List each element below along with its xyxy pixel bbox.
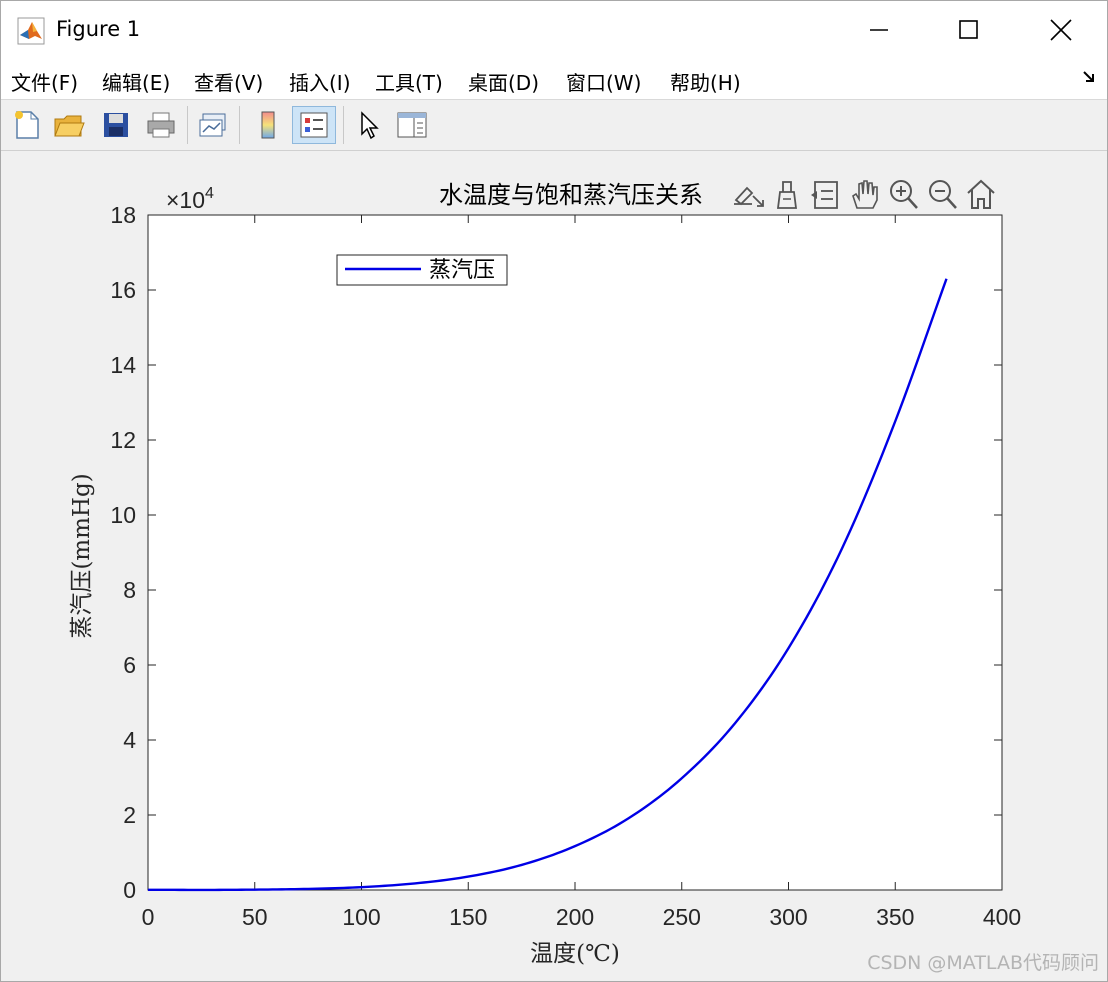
legend-button[interactable] bbox=[292, 106, 336, 144]
menu-insert[interactable]: 插入(I) bbox=[289, 67, 351, 96]
edit-plot-button[interactable] bbox=[351, 106, 387, 144]
x-tick-label: 150 bbox=[449, 904, 487, 930]
menu-help[interactable]: 帮助(H) bbox=[670, 67, 741, 96]
legend-icon bbox=[300, 112, 328, 138]
svg-text:×104: ×104 bbox=[166, 185, 214, 213]
property-inspector-button[interactable] bbox=[394, 106, 430, 144]
close-icon bbox=[1050, 19, 1072, 41]
legend[interactable]: 蒸汽压 bbox=[336, 254, 508, 286]
x-axis-label: 温度(℃) bbox=[530, 941, 620, 967]
x-tick-label: 250 bbox=[663, 904, 701, 930]
home-icon[interactable] bbox=[967, 179, 995, 209]
y-tick-label: 6 bbox=[123, 652, 136, 678]
x-tick-label: 0 bbox=[142, 904, 155, 930]
menu-file[interactable]: 文件(F) bbox=[11, 67, 78, 96]
y-tick-label: 18 bbox=[110, 202, 136, 228]
print-button[interactable] bbox=[143, 106, 179, 144]
x-tick-label: 400 bbox=[983, 904, 1021, 930]
colorbar-button[interactable] bbox=[250, 106, 286, 144]
minimize-button[interactable] bbox=[833, 1, 925, 59]
open-folder-icon bbox=[54, 115, 85, 137]
open-file-button[interactable] bbox=[51, 106, 87, 144]
zoom-in-icon[interactable] bbox=[890, 180, 918, 209]
pan-icon[interactable] bbox=[852, 180, 878, 209]
zoom-out-icon[interactable] bbox=[929, 180, 957, 209]
x-tick-label: 300 bbox=[769, 904, 807, 930]
toolbar-separator bbox=[343, 106, 344, 144]
minimize-icon bbox=[870, 29, 888, 31]
link-plot-button[interactable] bbox=[195, 106, 231, 144]
property-inspector-icon bbox=[397, 112, 427, 138]
y-tick-label: 8 bbox=[123, 577, 136, 603]
maximize-icon bbox=[959, 20, 978, 39]
dock-arrow-icon[interactable] bbox=[1081, 69, 1097, 85]
figure-window: Figure 1 文件(F) 编辑(E) 查看(V) 插入(I) 工具(T) 桌… bbox=[0, 0, 1108, 982]
save-icon bbox=[104, 113, 128, 137]
axes-background bbox=[148, 215, 1002, 890]
legend-entry-label: 蒸汽压 bbox=[429, 258, 495, 283]
y-axis-label: 蒸汽压(mmHg) bbox=[69, 473, 95, 638]
save-button[interactable] bbox=[98, 106, 134, 144]
new-file-icon bbox=[15, 111, 39, 139]
x-tick-label: 200 bbox=[556, 904, 594, 930]
y-tick-label: 12 bbox=[110, 427, 136, 453]
line-chart: 0 2 4 6 8 10 12 14 16 18 0 50 100 150 200 250 300 350 400… bbox=[69, 179, 1021, 967]
chart-title: 水温度与饱和蒸汽压关系 bbox=[439, 181, 703, 209]
link-plot-icon bbox=[199, 113, 226, 137]
menu-edit[interactable]: 编辑(E) bbox=[102, 67, 170, 96]
y-tick-label: 16 bbox=[110, 277, 136, 303]
new-figure-button[interactable] bbox=[9, 106, 45, 144]
brush-icon[interactable] bbox=[776, 181, 798, 209]
close-button[interactable] bbox=[1015, 1, 1107, 59]
menu-desktop[interactable]: 桌面(D) bbox=[468, 67, 539, 96]
y-tick-label: 4 bbox=[123, 727, 136, 753]
x-tick-label: 100 bbox=[342, 904, 380, 930]
y-tick-label: 2 bbox=[123, 802, 136, 828]
y-tick-label: 14 bbox=[110, 352, 136, 378]
y-tick-label: 10 bbox=[110, 502, 136, 528]
toolbar-separator bbox=[187, 106, 188, 144]
pointer-icon bbox=[361, 111, 379, 140]
export-icon[interactable] bbox=[734, 186, 764, 207]
title-bar: Figure 1 bbox=[1, 1, 1107, 59]
y-tick-label: 0 bbox=[123, 877, 136, 903]
menu-tools[interactable]: 工具(T) bbox=[375, 67, 443, 96]
x-tick-label: 350 bbox=[876, 904, 914, 930]
figure-canvas: 0 2 4 6 8 10 12 14 16 18 0 50 100 150 200 250 300 350 400… bbox=[1, 151, 1107, 981]
menu-view[interactable]: 查看(V) bbox=[194, 67, 263, 96]
matlab-logo-icon bbox=[17, 17, 45, 45]
maximize-button[interactable] bbox=[923, 1, 1015, 59]
figure-toolbar bbox=[1, 100, 1107, 151]
colorbar-icon bbox=[261, 111, 275, 139]
x-tick-label: 50 bbox=[242, 904, 268, 930]
watermark: CSDN @MATLAB代码顾问 bbox=[867, 952, 1099, 974]
printer-icon bbox=[147, 112, 175, 138]
window-title: Figure 1 bbox=[56, 17, 141, 41]
y-exponent-power: 4 bbox=[205, 185, 214, 202]
y-exponent-label: ×10 bbox=[166, 187, 205, 213]
toolbar-separator bbox=[239, 106, 240, 144]
menu-bar: 文件(F) 编辑(E) 查看(V) 插入(I) 工具(T) 桌面(D) 窗口(W… bbox=[1, 59, 1107, 100]
axes-toolbar bbox=[734, 179, 995, 209]
data-tips-icon[interactable] bbox=[811, 181, 838, 209]
menu-window[interactable]: 窗口(W) bbox=[566, 67, 641, 96]
